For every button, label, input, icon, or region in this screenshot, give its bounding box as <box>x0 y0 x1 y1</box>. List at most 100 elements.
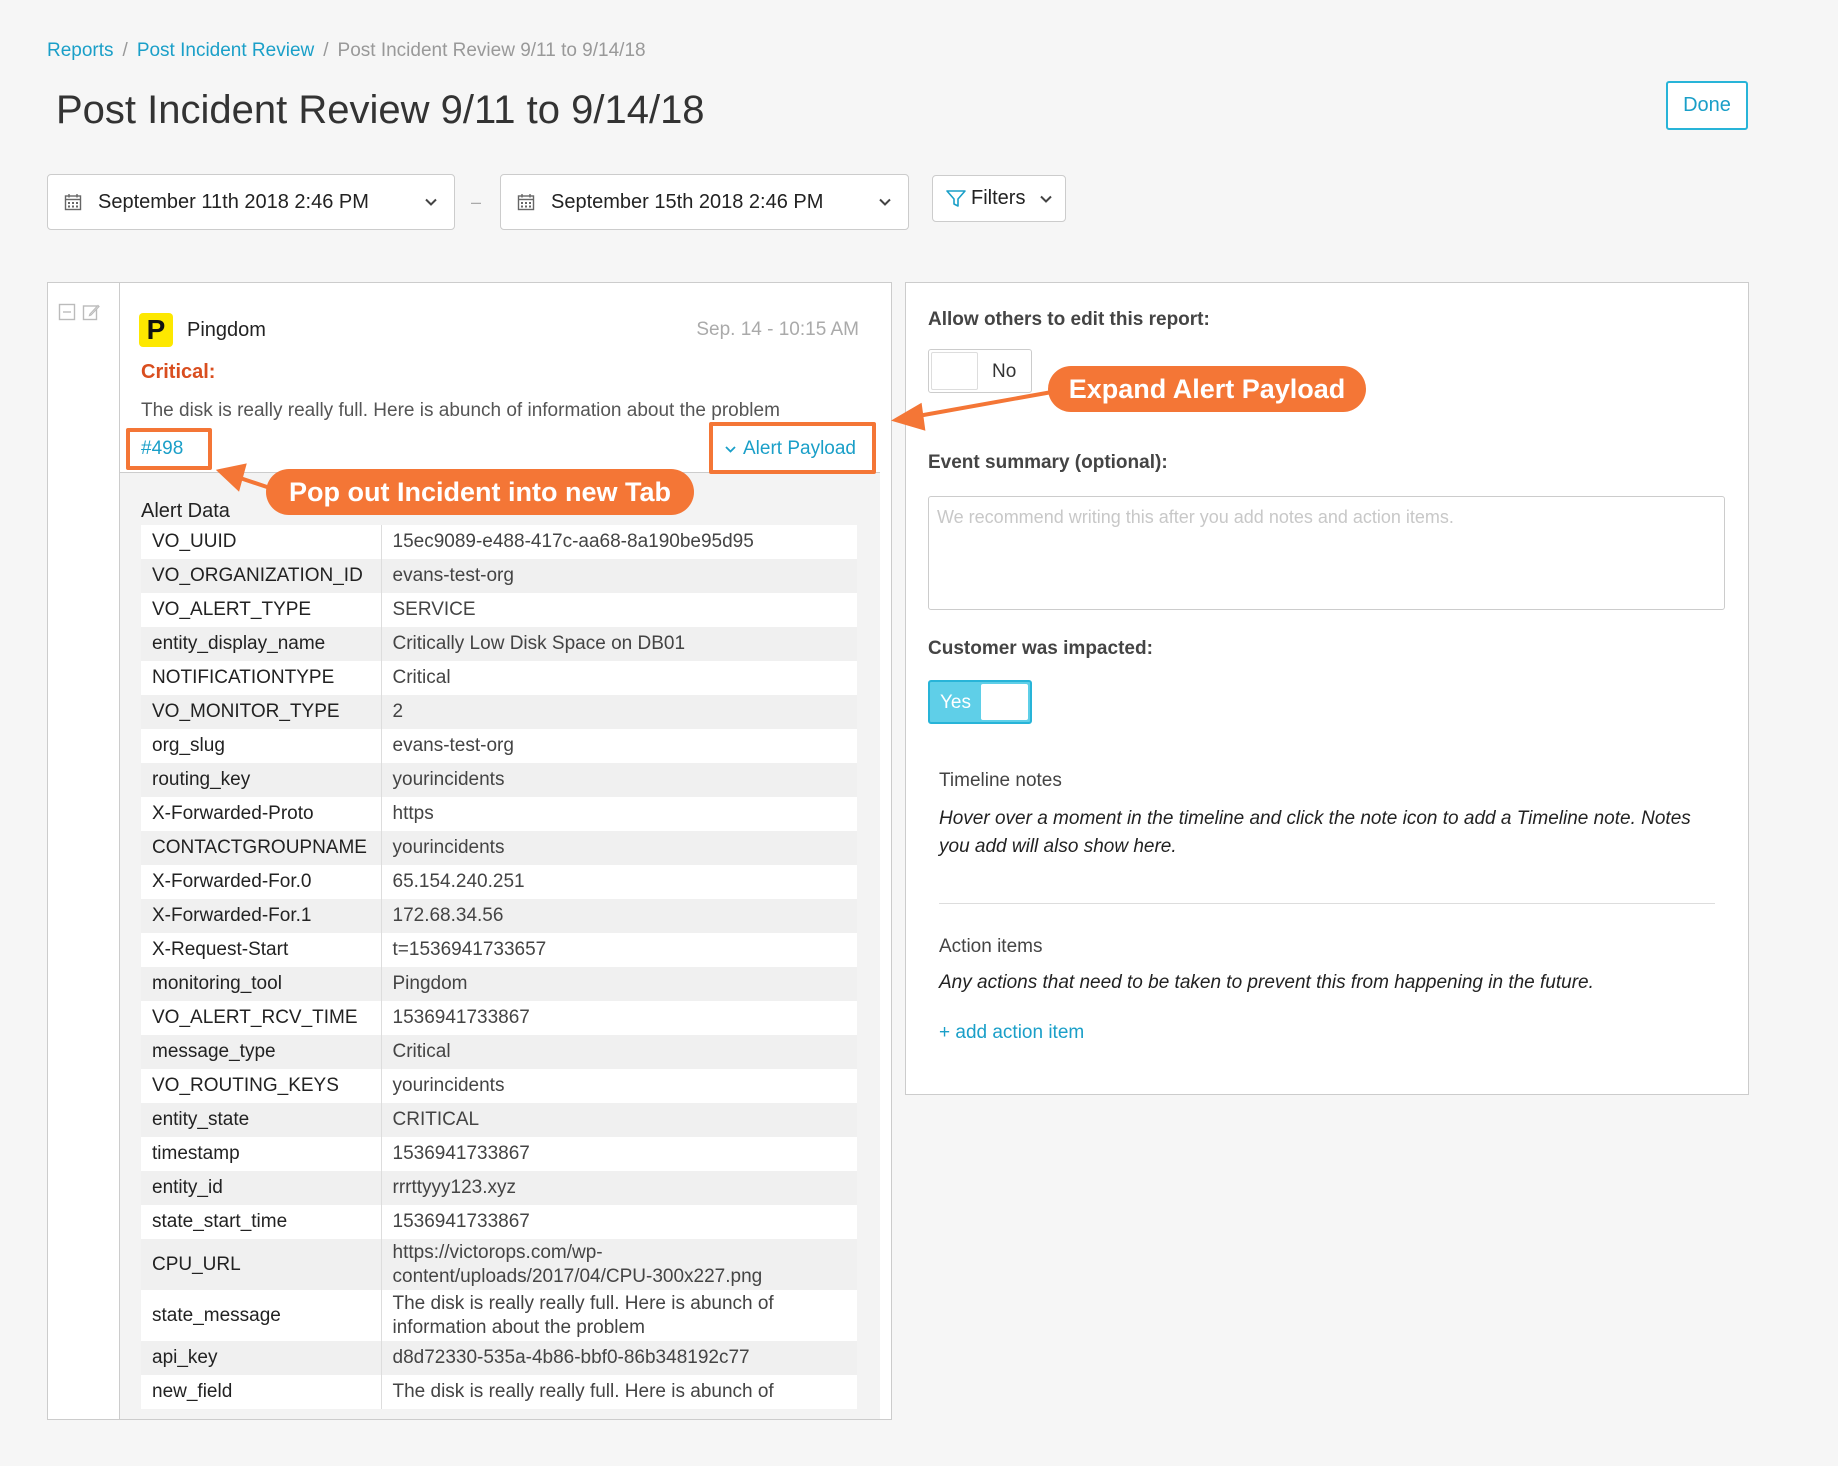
toggle-knob <box>931 352 978 390</box>
alert-data-row: entity_id rrrttyyy123.xyz <box>141 1171 857 1205</box>
alert-data-value: yourincidents <box>381 831 857 865</box>
alert-data-row: org_slug evans-test-org <box>141 729 857 763</box>
timeline-notes-heading: Timeline notes <box>939 770 1062 791</box>
callout-pop-out-incident: Pop out Incident into new Tab <box>266 469 694 515</box>
alert-data-value: yourincidents <box>381 1069 857 1103</box>
alert-data-value: 15ec9089-e488-417c-aa68-8a190be95d95 <box>381 525 857 559</box>
breadcrumb: Reports / Post Incident Review / Post Incide… <box>47 40 646 62</box>
alert-data-value: https://victorops.com/wp-content/uploads… <box>381 1239 857 1290</box>
customer-impacted-value: Yes <box>940 692 971 713</box>
filters-button[interactable]: Filters <box>932 175 1066 222</box>
done-button[interactable]: Done <box>1666 81 1748 130</box>
alert-data-value: Pingdom <box>381 967 857 1001</box>
event-summary-label: Event summary (optional): <box>928 452 1168 473</box>
alert-data-key: monitoring_tool <box>141 967 382 1001</box>
page-title: Post Incident Review 9/11 to 9/14/18 <box>56 88 705 132</box>
incident-time: Sep. 14 - 10:15 AM <box>696 319 859 340</box>
alert-data-row: api_key d8d72330-535a-4b86-bbf0-86b348192… <box>141 1341 857 1375</box>
alert-data-key: X-Forwarded-For.0 <box>141 865 382 899</box>
incident-link-highlight <box>126 428 212 470</box>
section-divider <box>939 903 1715 904</box>
action-items-hint: Any actions that need to be taken to pre… <box>939 972 1594 993</box>
alert-payload-area: Alert Data VO_UUID 15ec9089-e488-417c-aa6… <box>120 473 880 1419</box>
alert-data-row: state_start_time 1536941733867 <box>141 1205 857 1239</box>
date-range-separator: – <box>471 192 482 212</box>
alert-data-value: The disk is really really full. Here is … <box>381 1375 857 1409</box>
alert-data-value: Critical <box>381 661 857 695</box>
alert-data-row: VO_ROUTING_KEYS yourincidents <box>141 1069 857 1103</box>
alert-data-key: NOTIFICATIONTYPE <box>141 661 382 695</box>
alert-data-value: evans-test-org <box>381 729 857 763</box>
toggle-knob <box>981 684 1028 720</box>
customer-impacted-label: Customer was impacted: <box>928 638 1153 659</box>
incident-severity: Critical: <box>141 361 216 383</box>
alert-data-key: VO_MONITOR_TYPE <box>141 695 382 729</box>
alert-data-key: timestamp <box>141 1137 382 1171</box>
alert-data-value: 65.154.240.251 <box>381 865 857 899</box>
alert-data-row: timestamp 1536941733867 <box>141 1137 857 1171</box>
alert-data-row: routing_key yourincidents <box>141 763 857 797</box>
alert-data-value: 1536941733867 <box>381 1205 857 1239</box>
alert-data-row: NOTIFICATIONTYPE Critical <box>141 661 857 695</box>
breadcrumb-post-incident-review[interactable]: Post Incident Review <box>137 40 314 61</box>
alert-data-key: VO_ALERT_TYPE <box>141 593 382 627</box>
customer-impacted-toggle[interactable]: Yes <box>928 680 1032 724</box>
alert-data-value: 2 <box>381 695 857 729</box>
chevron-down-icon <box>879 198 891 206</box>
calendar-icon <box>517 194 535 211</box>
alert-data-row: monitoring_tool Pingdom <box>141 967 857 1001</box>
alert-data-value: t=1536941733657 <box>381 933 857 967</box>
alert-data-row: X-Forwarded-For.0 65.154.240.251 <box>141 865 857 899</box>
alert-data-value: CRITICAL <box>381 1103 857 1137</box>
collapse-icon[interactable] <box>58 303 76 321</box>
timeline-notes-hint: Hover over a moment in the timeline and … <box>939 808 1691 857</box>
alert-data-value: d8d72330-535a-4b86-bbf0-86b348192c77 <box>381 1341 857 1375</box>
calendar-icon <box>64 194 82 211</box>
end-date-value: September 15th 2018 2:46 PM <box>551 190 824 213</box>
action-items-heading: Action items <box>939 936 1043 957</box>
edit-note-icon[interactable] <box>82 303 100 321</box>
allow-edit-toggle[interactable]: No <box>928 349 1032 393</box>
alert-data-value: The disk is really really full. Here is … <box>381 1290 857 1341</box>
breadcrumb-reports[interactable]: Reports <box>47 40 114 61</box>
callout-expand-alert-payload: Expand Alert Payload <box>1048 366 1366 412</box>
chevron-down-icon <box>425 198 437 206</box>
alert-data-key: entity_state <box>141 1103 382 1137</box>
start-date-select[interactable]: September 11th 2018 2:46 PM <box>47 174 455 230</box>
alert-data-table: VO_UUID 15ec9089-e488-417c-aa68-8a190be95… <box>141 525 857 1409</box>
add-action-item-link[interactable]: + add action item <box>939 1022 1084 1044</box>
alert-data-key: VO_ROUTING_KEYS <box>141 1069 382 1103</box>
alert-data-row: VO_ALERT_RCV_TIME 1536941733867 <box>141 1001 857 1035</box>
start-date-value: September 11th 2018 2:46 PM <box>98 190 369 213</box>
alert-data-key: X-Forwarded-Proto <box>141 797 382 831</box>
incident-description: The disk is really really full. Here is … <box>141 400 780 421</box>
alert-data-key: entity_id <box>141 1171 382 1205</box>
funnel-icon <box>946 189 966 207</box>
alert-data-key: X-Request-Start <box>141 933 382 967</box>
alert-data-row: X-Forwarded-Proto https <box>141 797 857 831</box>
event-summary-input[interactable] <box>928 496 1725 610</box>
alert-data-row: VO_ALERT_TYPE SERVICE <box>141 593 857 627</box>
alert-data-key: new_field <box>141 1375 382 1409</box>
alert-data-value: evans-test-org <box>381 559 857 593</box>
alert-data-row: VO_MONITOR_TYPE 2 <box>141 695 857 729</box>
alert-data-key: CPU_URL <box>141 1239 382 1290</box>
alert-data-heading: Alert Data <box>141 500 230 522</box>
filters-label: Filters <box>971 187 1026 209</box>
allow-edit-value: No <box>992 361 1017 382</box>
alert-data-value: 1536941733867 <box>381 1001 857 1035</box>
alert-data-row: new_field The disk is really really full.… <box>141 1375 857 1409</box>
breadcrumb-current: Post Incident Review 9/11 to 9/14/18 <box>337 40 646 61</box>
alert-data-value: yourincidents <box>381 763 857 797</box>
alert-data-key: state_start_time <box>141 1205 382 1239</box>
alert-data-key: VO_ORGANIZATION_ID <box>141 559 382 593</box>
end-date-select[interactable]: September 15th 2018 2:46 PM <box>500 174 909 230</box>
alert-data-value: Critical <box>381 1035 857 1069</box>
alert-data-value: SERVICE <box>381 593 857 627</box>
alert-data-row: CONTACTGROUPNAME yourincidents <box>141 831 857 865</box>
alert-data-key: CONTACTGROUPNAME <box>141 831 382 865</box>
alert-payload-highlight <box>709 422 876 474</box>
alert-data-key: org_slug <box>141 729 382 763</box>
alert-data-value: Critically Low Disk Space on DB01 <box>381 627 857 661</box>
breadcrumb-separator: / <box>323 40 329 61</box>
